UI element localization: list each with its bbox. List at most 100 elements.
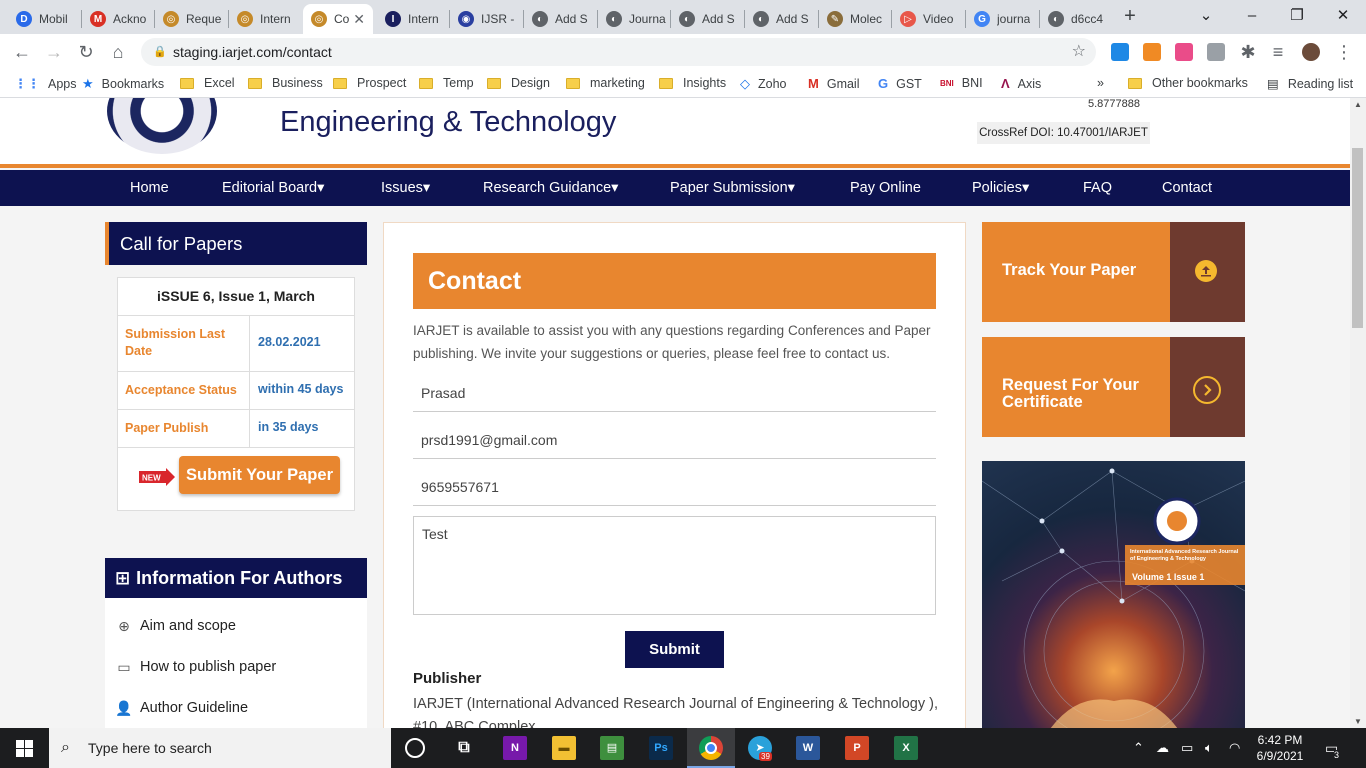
information-for-authors-label: Information For Authors bbox=[136, 568, 343, 588]
bookmark-excel[interactable]: Excel bbox=[180, 76, 235, 90]
nav-item[interactable]: Home bbox=[130, 170, 169, 206]
reading-list[interactable]: ▤ Reading list bbox=[1267, 76, 1353, 92]
chrome-taskbar-active[interactable] bbox=[687, 728, 735, 768]
scroll-up-icon[interactable]: ▲ bbox=[1350, 100, 1366, 109]
tab-search-icon[interactable]: ⌄ bbox=[1183, 4, 1229, 30]
back-icon[interactable]: ← bbox=[10, 40, 34, 64]
nav-item[interactable]: Research Guidance▾ bbox=[483, 170, 618, 206]
windows-start-icon[interactable] bbox=[16, 740, 33, 757]
nav-item[interactable]: FAQ bbox=[1083, 170, 1112, 206]
site-logo[interactable] bbox=[107, 98, 217, 154]
browser-tab[interactable]: D Mobil bbox=[8, 4, 80, 34]
tab-favicon-icon: ▷ bbox=[900, 11, 916, 27]
bookmark-zoho[interactable]: ◇ Zoho bbox=[740, 76, 787, 92]
file-explorer-icon[interactable]: ▬ bbox=[552, 736, 576, 760]
battery-icon[interactable]: ▭ bbox=[1181, 740, 1193, 756]
wifi-icon[interactable]: ◠ bbox=[1229, 740, 1240, 756]
browser-tab[interactable]: ◐ Add S bbox=[745, 4, 817, 34]
close-tab-icon[interactable]: ✕ bbox=[353, 11, 365, 28]
submit-your-paper-button[interactable]: Submit Your Paper bbox=[179, 456, 340, 494]
bookmark-gmail[interactable]: M Gmail bbox=[808, 76, 860, 91]
bookmark-insights[interactable]: Insights bbox=[659, 76, 726, 90]
bookmark-axis[interactable]: Λ Axis bbox=[1001, 76, 1041, 91]
extension-icon[interactable] bbox=[1175, 43, 1193, 61]
list-item[interactable]: ⊕ Aim and scope bbox=[115, 618, 236, 634]
bookmark-marketing[interactable]: marketing bbox=[566, 76, 645, 90]
profile-avatar[interactable] bbox=[1302, 43, 1320, 61]
task-view-icon[interactable]: ⧉ bbox=[452, 736, 476, 760]
cortana-icon[interactable] bbox=[405, 738, 425, 758]
browser-tab[interactable]: ◐ Add S bbox=[524, 4, 596, 34]
restore-button[interactable]: ❐ bbox=[1274, 4, 1320, 30]
bookmark-business[interactable]: Business bbox=[248, 76, 323, 90]
journal-cover-image[interactable]: International Advanced Research Journal … bbox=[982, 461, 1245, 728]
message-textarea[interactable]: Test bbox=[413, 516, 936, 615]
browser-tab[interactable]: ◎ Co ✕ bbox=[303, 4, 373, 34]
tab-favicon-icon: ✎ bbox=[827, 11, 843, 27]
nav-item[interactable]: Contact bbox=[1162, 170, 1212, 206]
new-tab-button[interactable]: + bbox=[1119, 5, 1141, 28]
bookmark-star-icon[interactable]: ☆ bbox=[1072, 38, 1086, 66]
list-item[interactable]: 👤 Author Guideline bbox=[115, 700, 248, 716]
browser-tab[interactable]: M Ackno bbox=[82, 4, 154, 34]
reload-icon[interactable]: ↻ bbox=[74, 40, 98, 64]
taskbar-clock[interactable]: 6:42 PM 6/9/2021 bbox=[1250, 732, 1310, 764]
tray-chevron-icon[interactable]: ⌃ bbox=[1133, 740, 1144, 756]
page-scrollbar[interactable]: ▲ ▼ bbox=[1350, 98, 1366, 728]
track-your-paper-card[interactable]: Track Your Paper bbox=[982, 222, 1245, 322]
bookmark-prospect[interactable]: Prospect bbox=[333, 76, 406, 90]
onenote-icon[interactable]: N bbox=[503, 736, 527, 760]
taskbar-search-input[interactable]: ⌕ Type here to search bbox=[49, 728, 391, 768]
browser-tab[interactable]: ◐ d6cc4 bbox=[1040, 4, 1112, 34]
nav-item[interactable]: Paper Submission▾ bbox=[670, 170, 795, 206]
other-bookmarks[interactable]: Other bookmarks bbox=[1128, 76, 1248, 90]
home-icon[interactable]: ⌂ bbox=[106, 40, 130, 64]
browser-tab[interactable]: ◎ Reque bbox=[155, 4, 227, 34]
bookmark-temp[interactable]: Temp bbox=[419, 76, 474, 90]
bookmark-gst[interactable]: G GST bbox=[878, 76, 922, 91]
media-control-icon[interactable]: ≡ bbox=[1266, 40, 1290, 64]
excel-icon[interactable]: X bbox=[894, 736, 918, 760]
bookmark-apps[interactable]: ⋮⋮ Apps bbox=[14, 76, 77, 92]
extensions-puzzle-icon[interactable]: ✱ bbox=[1236, 40, 1260, 64]
browser-tab[interactable]: Gjourna bbox=[966, 4, 1038, 34]
extension-icon[interactable] bbox=[1143, 43, 1161, 61]
bookmark-bni[interactable]: BNI BNI bbox=[940, 76, 983, 90]
nav-item[interactable]: Editorial Board▾ bbox=[222, 170, 324, 206]
name-field[interactable]: Prasad bbox=[413, 374, 936, 412]
minimize-button[interactable]: – bbox=[1229, 4, 1275, 30]
sheets-app-icon[interactable]: ▤ bbox=[600, 736, 624, 760]
photoshop-icon[interactable]: Ps bbox=[649, 736, 673, 760]
browser-tab[interactable]: ◎ Intern bbox=[229, 4, 301, 34]
browser-tab[interactable]: ✎ Molec bbox=[819, 4, 891, 34]
scroll-down-icon[interactable]: ▼ bbox=[1350, 717, 1366, 726]
browser-tab[interactable]: ◐ Add S bbox=[671, 4, 743, 34]
nav-item[interactable]: Policies▾ bbox=[972, 170, 1029, 206]
phone-field[interactable]: 9659557671 bbox=[413, 468, 936, 506]
address-bar[interactable]: 🔒 staging.iarjet.com/contact ☆ bbox=[141, 38, 1096, 66]
browser-tab[interactable]: ▷ Video bbox=[892, 4, 964, 34]
word-icon[interactable]: W bbox=[796, 736, 820, 760]
close-window-button[interactable]: ✕ bbox=[1320, 4, 1366, 30]
nav-item[interactable]: Issues▾ bbox=[381, 170, 430, 206]
tab-separator bbox=[744, 10, 745, 28]
nav-item[interactable]: Pay Online bbox=[850, 170, 921, 206]
powerpoint-icon[interactable]: P bbox=[845, 736, 869, 760]
forward-icon[interactable]: → bbox=[42, 40, 66, 64]
browser-tab[interactable]: ◉ IJSR - bbox=[450, 4, 522, 34]
browser-tab[interactable]: I Intern bbox=[377, 4, 449, 34]
request-certificate-card[interactable]: Request For Your Certificate bbox=[982, 337, 1245, 437]
menu-kebab-icon[interactable]: ⋮ bbox=[1332, 40, 1356, 64]
extension-icon[interactable] bbox=[1111, 43, 1129, 61]
submit-button[interactable]: Submit bbox=[625, 631, 724, 668]
volume-icon[interactable]: 🔈︎ bbox=[1205, 740, 1213, 756]
list-item[interactable]: ▭ How to publish paper bbox=[115, 659, 276, 675]
more-bookmarks-button[interactable]: » bbox=[1097, 76, 1104, 90]
extension-icon[interactable] bbox=[1207, 43, 1225, 61]
browser-tab[interactable]: ◐ Journa bbox=[598, 4, 670, 34]
bookmark-bookmarks[interactable]: ★ Bookmarks bbox=[82, 76, 164, 92]
bookmark-design[interactable]: Design bbox=[487, 76, 550, 90]
onedrive-icon[interactable]: ☁ bbox=[1156, 740, 1169, 756]
scrollbar-thumb[interactable] bbox=[1352, 148, 1363, 328]
email-field[interactable]: prsd1991@gmail.com bbox=[413, 421, 936, 459]
